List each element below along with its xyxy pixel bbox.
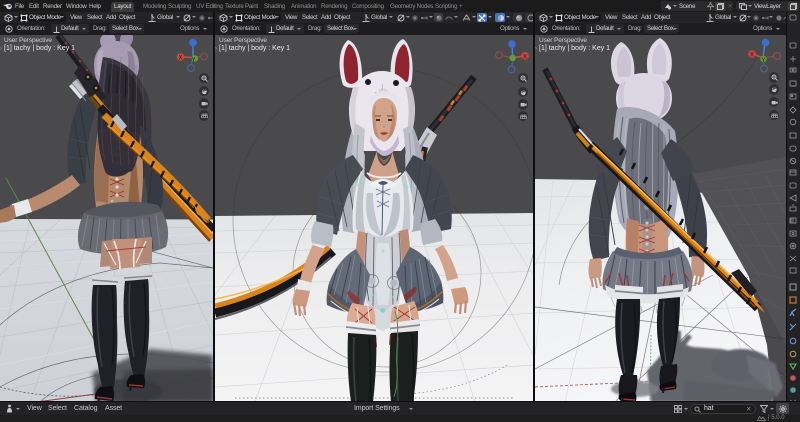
svg-text:Y: Y <box>761 58 765 64</box>
svg-text:X: X <box>178 55 182 61</box>
svg-text:X: X <box>523 54 527 60</box>
svg-text:Y: Y <box>191 57 195 63</box>
svg-text:X: X <box>750 52 754 58</box>
